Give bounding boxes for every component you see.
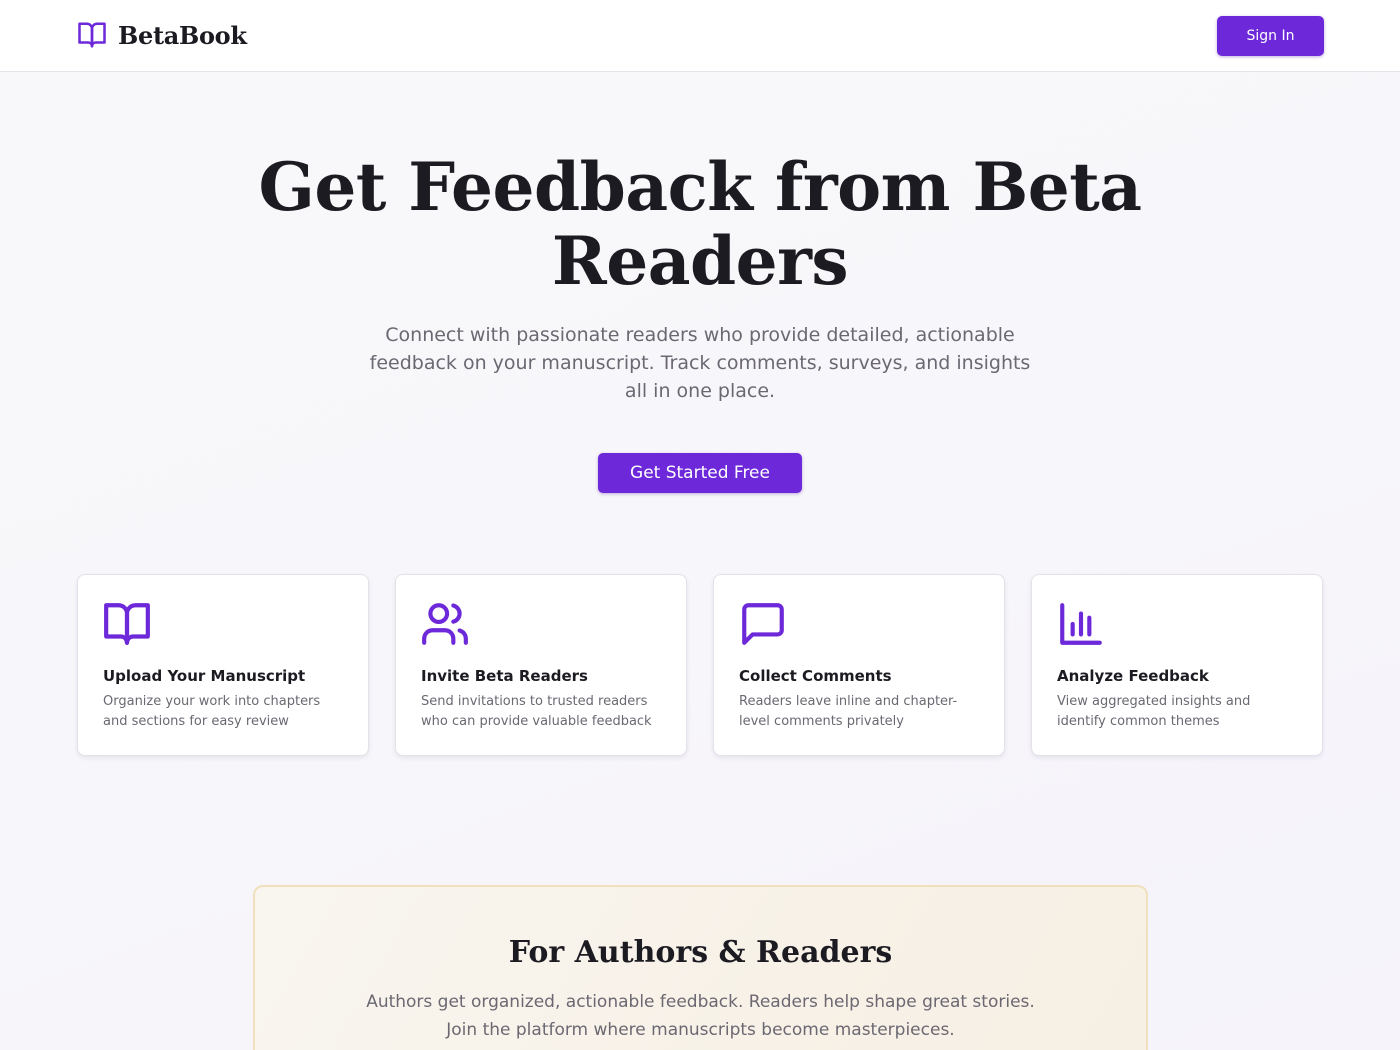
feature-card-comments: Collect Comments Readers leave inline an… xyxy=(713,574,1005,756)
audience-text: Authors get organized, actionable feedba… xyxy=(366,992,1035,1040)
feature-card-analyze: Analyze Feedback View aggregated insight… xyxy=(1031,574,1323,756)
hero-subtitle: Connect with passionate readers who prov… xyxy=(369,324,1031,402)
feature-description: View aggregated insights and identify co… xyxy=(1057,694,1251,729)
feature-card-upload: Upload Your Manuscript Organize your wor… xyxy=(77,574,369,756)
bar-chart-icon xyxy=(1060,603,1102,645)
feature-title: Collect Comments xyxy=(739,667,892,685)
feature-description: Organize your work into chapters and sec… xyxy=(103,694,321,729)
users-icon xyxy=(422,603,468,645)
open-book-icon xyxy=(78,22,106,48)
site-header: BetaBook Sign In xyxy=(0,0,1400,72)
audience-title: For Authors & Readers xyxy=(508,935,893,970)
feature-title: Analyze Feedback xyxy=(1057,667,1209,685)
feature-description: Readers leave inline and chapter-level c… xyxy=(739,694,958,729)
feature-title: Upload Your Manuscript xyxy=(103,667,306,685)
feature-card-invite: Invite Beta Readers Send invitations to … xyxy=(395,574,687,756)
book-icon xyxy=(104,603,150,645)
sign-in-button[interactable]: Sign In xyxy=(1217,16,1324,56)
brand-logo[interactable]: BetaBook xyxy=(76,20,247,50)
message-square-icon xyxy=(742,603,784,645)
get-started-button[interactable]: Get Started Free xyxy=(598,453,802,493)
audience-section: For Authors & Readers Authors get organi… xyxy=(253,885,1148,1050)
hero-title: Get Feedback from Beta Readers xyxy=(258,148,1142,300)
feature-title: Invite Beta Readers xyxy=(421,667,588,685)
brand-name: BetaBook xyxy=(118,20,247,50)
feature-description: Send invitations to trusted readers who … xyxy=(421,694,652,729)
